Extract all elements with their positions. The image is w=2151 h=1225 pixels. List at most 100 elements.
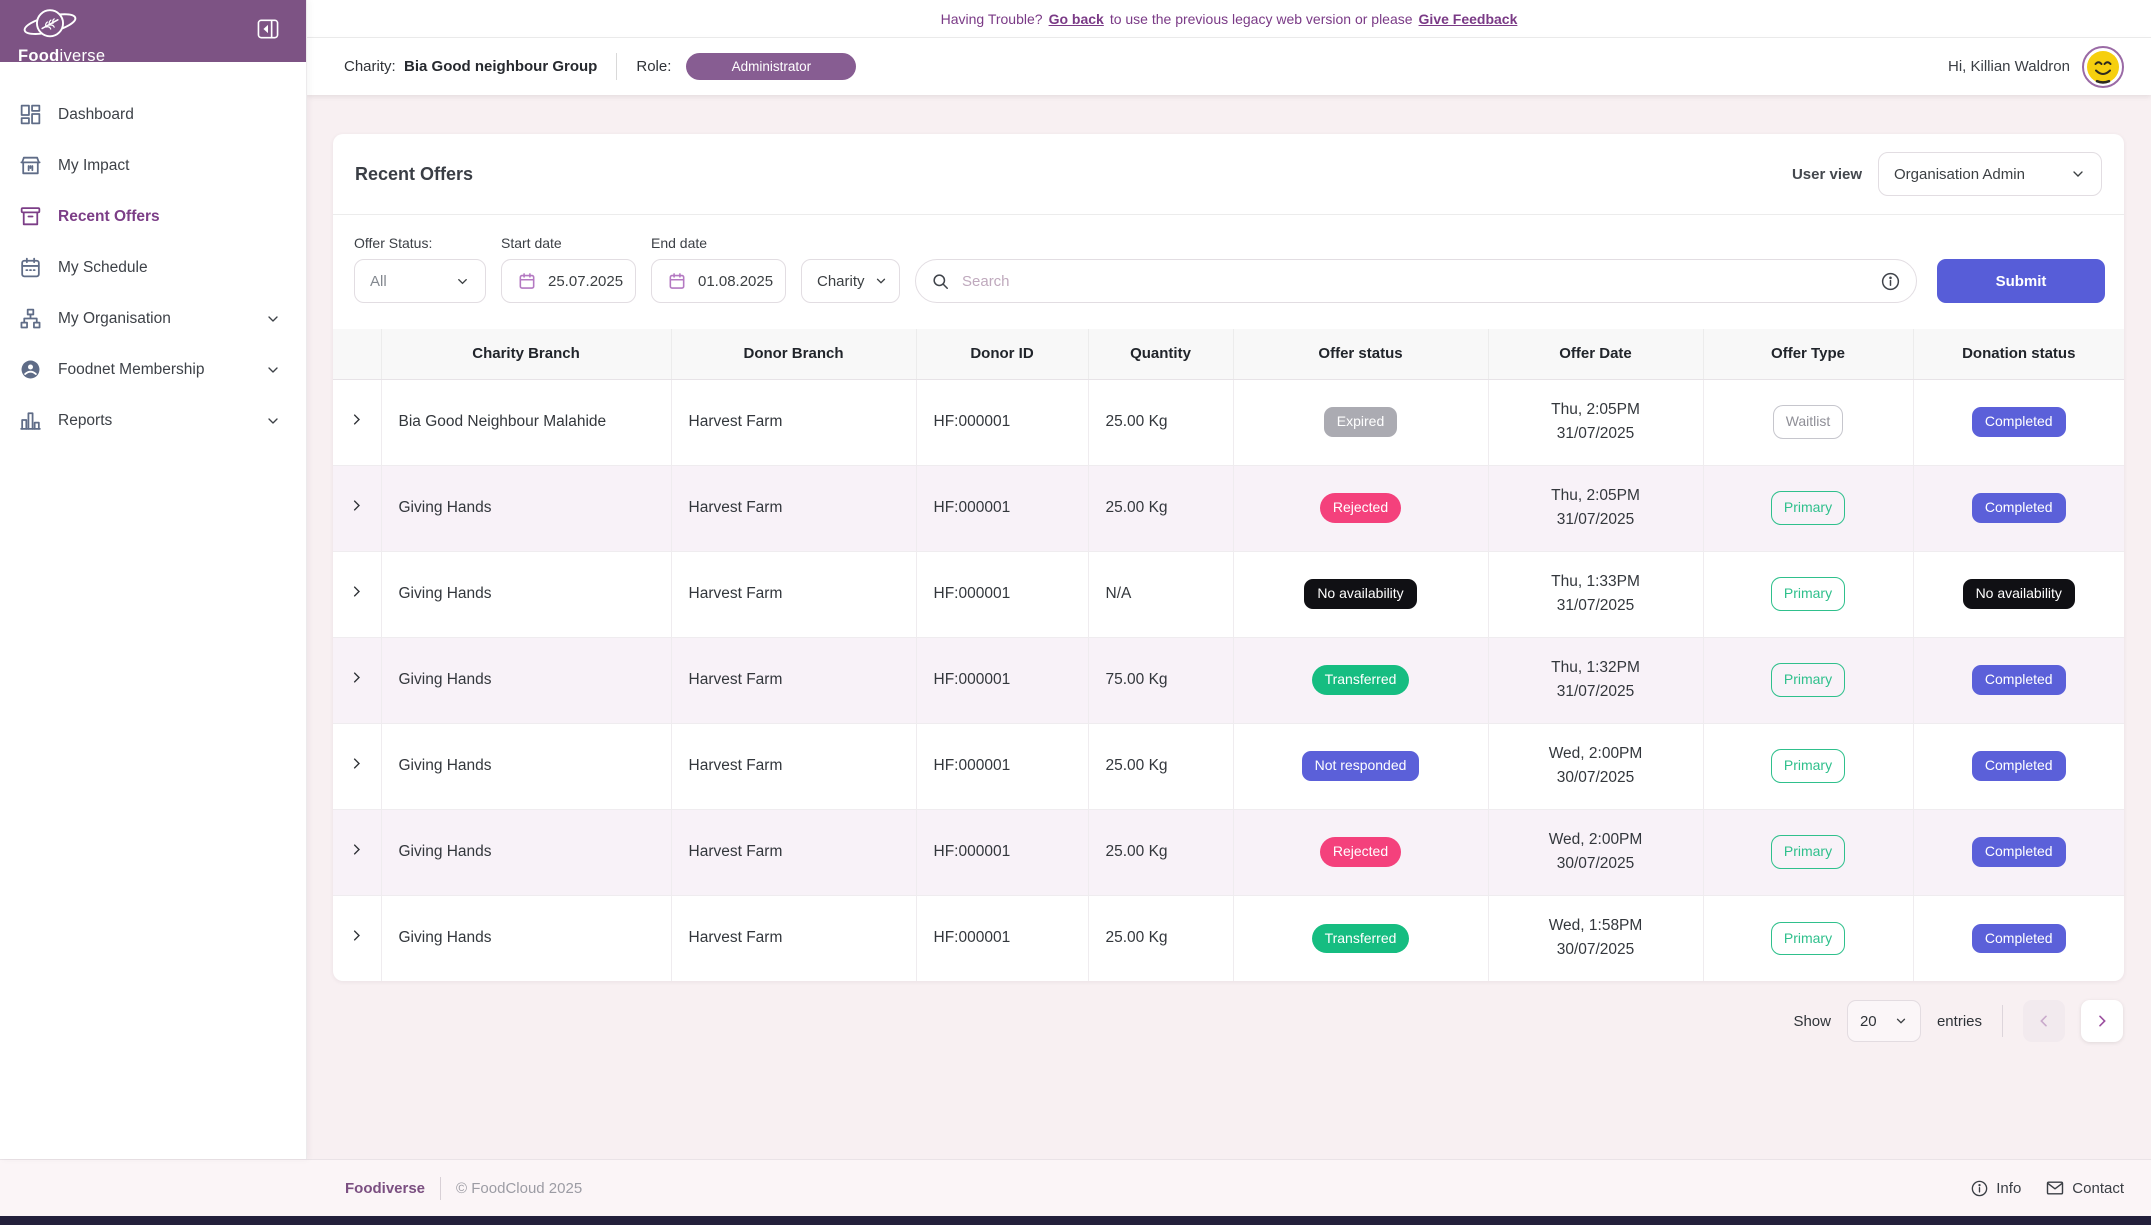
chevron-right-icon [349,498,364,518]
offer-status-badge: No availability [1304,579,1416,608]
offer-date-cell: Thu, 1:32PM31/07/2025 [1488,637,1703,723]
offer-date: 31/07/2025 [1489,508,1703,532]
charity-branch-cell: Giving Hands [381,809,671,895]
info-icon[interactable] [1880,271,1901,292]
offer-date-cell: Thu, 2:05PM31/07/2025 [1488,379,1703,465]
start-date-label: Start date [501,235,636,251]
role-badge: Administrator [686,53,856,80]
offer-status-select[interactable]: All [354,259,486,303]
table-row: Giving HandsHarvest FarmHF:00000125.00 K… [333,895,2124,981]
donor-id-cell: HF:000001 [916,465,1088,551]
charity-filter-select[interactable]: Charity [801,259,900,303]
search-input[interactable] [960,272,1870,291]
topbar: Charity: Bia Good neighbour Group Role: … [307,38,2151,95]
offer-type-cell: Waitlist [1703,379,1913,465]
sidebar-item-recent-offers[interactable]: Recent Offers [0,191,306,242]
quantity-cell: 25.00 Kg [1088,895,1233,981]
expand-row-button[interactable] [342,579,372,609]
offer-date: 31/07/2025 [1489,594,1703,618]
start-date-input[interactable]: 25.07.2025 [501,259,636,303]
page-title: Recent Offers [355,164,473,185]
offer-date-cell: Wed, 1:58PM30/07/2025 [1488,895,1703,981]
offer-date-cell: Wed, 2:00PM30/07/2025 [1488,723,1703,809]
donation-status-cell: Completed [1913,379,2124,465]
next-page-button[interactable] [2081,1000,2123,1042]
quantity-cell: 25.00 Kg [1088,465,1233,551]
go-back-link[interactable]: Go back [1049,11,1104,27]
end-date-input[interactable]: 01.08.2025 [651,259,786,303]
expand-row-button[interactable] [342,923,372,953]
chevron-right-icon [349,842,364,862]
donor-branch-cell: Harvest Farm [671,379,916,465]
charity-name: Bia Good neighbour Group [404,58,597,75]
sidebar-item-dashboard[interactable]: Dashboard [0,89,306,140]
offer-status-cell: Rejected [1233,809,1488,895]
donation-status-badge: Completed [1972,665,2066,694]
expand-row-button[interactable] [342,665,372,695]
donation-status-cell: Completed [1913,637,2124,723]
offer-type-badge: Primary [1771,835,1845,868]
offer-time: Thu, 2:05PM [1489,484,1703,508]
chevron-right-icon [349,670,364,690]
offer-status-badge: Not responded [1302,751,1420,780]
expand-row-button[interactable] [342,751,372,781]
offer-type-badge: Primary [1771,491,1845,524]
info-label: Info [1996,1180,2021,1197]
submit-button[interactable]: Submit [1937,259,2105,303]
info-link[interactable]: Info [1970,1178,2021,1198]
my-schedule-icon [17,255,43,281]
offer-type-badge: Primary [1771,922,1845,955]
expand-row-button[interactable] [342,407,372,437]
collapse-sidebar-icon[interactable] [257,19,279,39]
show-label: Show [1793,1013,1831,1030]
user-view-label: User view [1792,166,1862,183]
charity-branch-cell: Giving Hands [381,895,671,981]
previous-page-button[interactable] [2023,1000,2065,1042]
sidebar-item-reports[interactable]: Reports [0,395,306,446]
contact-link[interactable]: Contact [2045,1178,2124,1198]
donor-id-cell: HF:000001 [916,551,1088,637]
offer-status-cell: Transferred [1233,895,1488,981]
sidebar-item-my-organisation[interactable]: My Organisation [0,293,306,344]
sidebar-item-label: My Schedule [58,259,148,277]
avatar[interactable] [2082,46,2124,88]
offer-date: 31/07/2025 [1489,422,1703,446]
column-header-donor-branch: Donor Branch [671,329,916,379]
offer-date: 30/07/2025 [1489,938,1703,962]
expand-row-button[interactable] [342,493,372,523]
donation-status-badge: Completed [1972,751,2066,780]
bottom-bar [0,1216,2151,1225]
table-row: Giving HandsHarvest FarmHF:00000125.00 K… [333,809,2124,895]
sidebar-item-foodnet-membership[interactable]: Foodnet Membership [0,344,306,395]
end-date-label: End date [651,235,786,251]
donation-status-badge: Completed [1972,924,2066,953]
banner-text: Having Trouble? [941,11,1043,27]
donor-branch-cell: Harvest Farm [671,809,916,895]
search-box [915,259,1917,303]
offer-time: Thu, 1:33PM [1489,570,1703,594]
column-header-offer-status: Offer status [1233,329,1488,379]
sidebar-item-my-impact[interactable]: My Impact [0,140,306,191]
divider [2002,1005,2003,1037]
page-size-select[interactable]: 20 [1847,1000,1921,1042]
chevron-down-icon [265,311,281,327]
offer-status-cell: Rejected [1233,465,1488,551]
offer-type-badge: Primary [1771,577,1845,610]
donor-branch-cell: Harvest Farm [671,551,916,637]
charity-branch-cell: Giving Hands [381,465,671,551]
quantity-cell: N/A [1088,551,1233,637]
expand-row-button[interactable] [342,837,372,867]
entries-label: entries [1937,1013,1982,1030]
offer-status-value: All [370,273,387,290]
column-header-offer-type: Offer Type [1703,329,1913,379]
footer-brand[interactable]: Foodiverse [345,1180,425,1197]
sidebar-item-my-schedule[interactable]: My Schedule [0,242,306,293]
offer-status-cell: Expired [1233,379,1488,465]
give-feedback-link[interactable]: Give Feedback [1419,11,1518,27]
chevron-right-icon [349,928,364,948]
offer-status-badge: Transferred [1312,924,1410,953]
chevron-right-icon [349,756,364,776]
user-view-select[interactable]: Organisation Admin [1878,152,2102,196]
offer-date: 30/07/2025 [1489,852,1703,876]
offer-time: Thu, 1:32PM [1489,656,1703,680]
